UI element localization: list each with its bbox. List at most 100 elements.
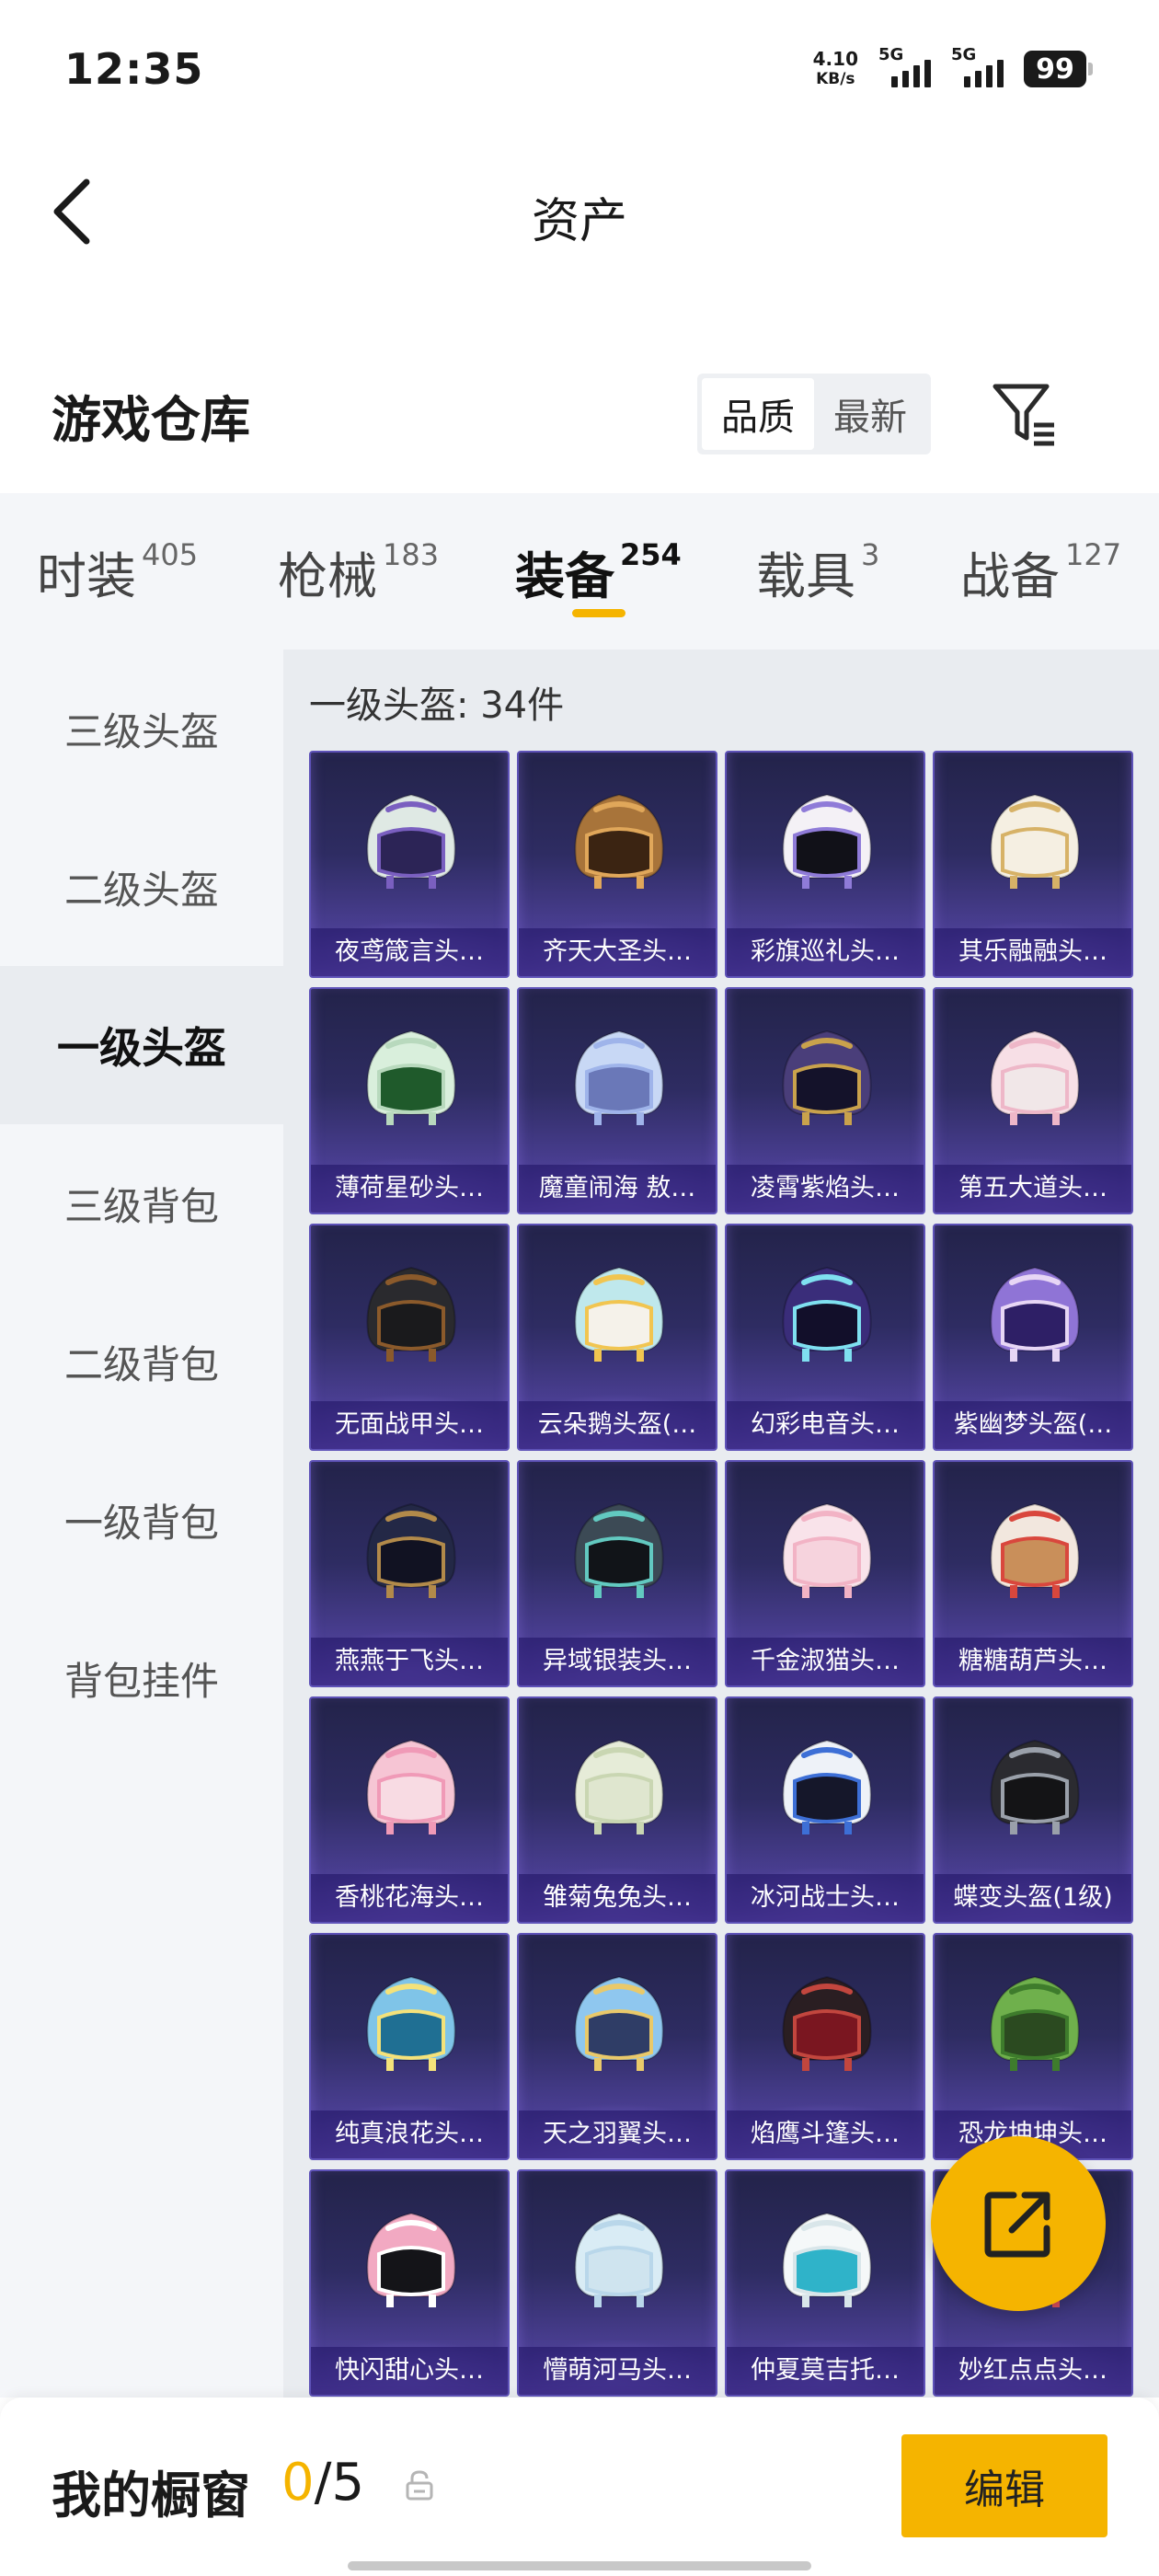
helmet-icon bbox=[574, 1029, 664, 1125]
nav-bar: 资产 bbox=[0, 138, 1159, 285]
tab-equipment[interactable]: 装备 254 bbox=[515, 535, 682, 608]
tab-firearms[interactable]: 枪械 183 bbox=[278, 535, 439, 608]
helmet-icon bbox=[990, 1502, 1080, 1598]
item-card[interactable]: 冰河战士头… bbox=[725, 1696, 925, 1924]
item-card[interactable]: 纯真浪花头… bbox=[309, 1933, 510, 2160]
item-card[interactable]: 异域银装头… bbox=[517, 1460, 717, 1687]
item-card[interactable]: 焰鹰斗篷头… bbox=[725, 1933, 925, 2160]
item-card[interactable]: 彩旗巡礼头… bbox=[725, 751, 925, 978]
item-card[interactable]: 薄荷星砂头… bbox=[309, 987, 510, 1214]
category-tabs: 时装 405 枪械 183 装备 254 载具 3 战备 127 bbox=[0, 493, 1159, 650]
item-card[interactable]: 紫幽梦头盔(… bbox=[933, 1224, 1133, 1451]
item-card[interactable]: 燕燕于飞头… bbox=[309, 1460, 510, 1687]
sidebar-item-level1-helmet[interactable]: 一级头盔 bbox=[0, 966, 283, 1124]
helmet-icon bbox=[574, 1739, 664, 1834]
helmet-icon bbox=[990, 793, 1080, 889]
item-name: 紫幽梦头盔(… bbox=[935, 1401, 1131, 1449]
sort-toggle: 品质 最新 bbox=[697, 374, 931, 454]
item-name: 彩旗巡礼头… bbox=[727, 928, 924, 976]
item-name: 齐天大圣头… bbox=[519, 928, 716, 976]
item-card[interactable]: 凌霄紫焰头… bbox=[725, 987, 925, 1214]
item-card[interactable]: 蝶变头盔(1级) bbox=[933, 1696, 1133, 1924]
share-button[interactable] bbox=[931, 2136, 1106, 2311]
sort-latest-button[interactable]: 最新 bbox=[814, 378, 926, 450]
item-card[interactable]: 天之羽翼头… bbox=[517, 1933, 717, 2160]
subcategory-sidebar: 三级头盔 二级头盔 一级头盔 三级背包 二级背包 一级背包 背包挂件 bbox=[0, 650, 283, 2398]
sidebar-item-level2-backpack[interactable]: 二级背包 bbox=[0, 1282, 283, 1441]
tab-supplies[interactable]: 战备 127 bbox=[960, 535, 1121, 608]
item-card[interactable]: 云朵鹅头盔(… bbox=[517, 1224, 717, 1451]
tab-label: 载具 bbox=[756, 547, 855, 605]
helmet-icon bbox=[574, 2212, 664, 2307]
helmet-icon bbox=[990, 1266, 1080, 1362]
item-name: 焰鹰斗篷头… bbox=[727, 2110, 924, 2158]
item-card[interactable]: 齐天大圣头… bbox=[517, 751, 717, 978]
status-indicators: 4.10 KB/s 5G 5G 99 bbox=[812, 45, 1093, 89]
helmet-icon bbox=[366, 1266, 456, 1362]
item-card[interactable]: 魔童闹海 敖… bbox=[517, 987, 717, 1214]
item-panel: 一级头盔: 34件 夜鸢箴言头… 齐天大圣头… 彩旗巡礼头… 其乐融融头… 薄荷星砂头…… bbox=[283, 650, 1159, 2398]
helmet-icon bbox=[990, 1739, 1080, 1834]
signal-1-icon: 5G bbox=[878, 45, 931, 87]
showcase-label: 我的橱窗 bbox=[52, 2467, 250, 2524]
home-indicator[interactable] bbox=[348, 2561, 811, 2570]
helmet-icon bbox=[574, 1975, 664, 2071]
item-name: 冰河战士头… bbox=[727, 1874, 924, 1922]
edit-button[interactable]: 编辑 bbox=[901, 2434, 1107, 2537]
helmet-icon bbox=[366, 1029, 456, 1125]
showcase-count: 0/5 bbox=[281, 2453, 364, 2513]
item-card[interactable]: 夜鸢箴言头… bbox=[309, 751, 510, 978]
item-name: 懵萌河马头… bbox=[519, 2347, 716, 2395]
helmet-icon bbox=[574, 1266, 664, 1362]
item-card[interactable]: 香桃花海头… bbox=[309, 1696, 510, 1924]
item-card[interactable]: 雏菊兔兔头… bbox=[517, 1696, 717, 1924]
item-name: 薄荷星砂头… bbox=[311, 1165, 508, 1213]
item-card[interactable]: 幻彩电音头… bbox=[725, 1224, 925, 1451]
helmet-icon bbox=[366, 793, 456, 889]
item-card[interactable]: 仲夏莫吉托… bbox=[725, 2169, 925, 2397]
sidebar-item-level2-helmet[interactable]: 二级头盔 bbox=[0, 808, 283, 966]
sidebar-item-level3-helmet[interactable]: 三级头盔 bbox=[0, 650, 283, 808]
signal-2-label: 5G bbox=[951, 45, 977, 64]
item-card[interactable]: 恐龙坤坤头… bbox=[933, 1933, 1133, 2160]
sidebar-item-level1-backpack[interactable]: 一级背包 bbox=[0, 1441, 283, 1599]
helmet-icon bbox=[782, 1739, 872, 1834]
item-card[interactable]: 千金淑猫头… bbox=[725, 1460, 925, 1687]
item-name: 其乐融融头… bbox=[935, 928, 1131, 976]
sidebar-item-backpack-pendant[interactable]: 背包挂件 bbox=[0, 1599, 283, 1757]
item-name: 纯真浪花头… bbox=[311, 2110, 508, 2158]
item-name: 第五大道头… bbox=[935, 1165, 1131, 1213]
item-card[interactable]: 糖糖葫芦头… bbox=[933, 1460, 1133, 1687]
tab-count: 127 bbox=[1065, 537, 1122, 572]
signal-1-label: 5G bbox=[878, 45, 904, 64]
item-name: 糖糖葫芦头… bbox=[935, 1638, 1131, 1685]
helmet-icon bbox=[366, 2212, 456, 2307]
helmet-icon bbox=[990, 1975, 1080, 2071]
showcase-count-current: 0 bbox=[281, 2453, 315, 2513]
sort-quality-button[interactable]: 品质 bbox=[702, 378, 814, 450]
item-card[interactable]: 懵萌河马头… bbox=[517, 2169, 717, 2397]
tab-label: 战备 bbox=[960, 547, 1060, 605]
item-card[interactable]: 无面战甲头… bbox=[309, 1224, 510, 1451]
helmet-icon bbox=[574, 1502, 664, 1598]
item-name: 云朵鹅头盔(… bbox=[519, 1401, 716, 1449]
item-name: 夜鸢箴言头… bbox=[311, 928, 508, 976]
helmet-icon bbox=[574, 793, 664, 889]
filter-funnel-icon[interactable] bbox=[990, 379, 1060, 449]
item-card[interactable]: 快闪甜心头… bbox=[309, 2169, 510, 2397]
tab-label: 装备 bbox=[515, 547, 614, 605]
helmet-icon bbox=[990, 1029, 1080, 1125]
tab-count: 254 bbox=[620, 537, 682, 572]
item-name: 魔童闹海 敖… bbox=[519, 1165, 716, 1213]
external-link-icon bbox=[984, 2191, 1050, 2258]
item-card[interactable]: 其乐融融头… bbox=[933, 751, 1133, 978]
tab-fashion[interactable]: 时装 405 bbox=[37, 535, 198, 608]
helmet-icon bbox=[782, 1502, 872, 1598]
tab-count: 3 bbox=[861, 537, 880, 572]
tab-label: 枪械 bbox=[278, 547, 377, 605]
sidebar-item-level3-backpack[interactable]: 三级背包 bbox=[0, 1124, 283, 1282]
item-name: 天之羽翼头… bbox=[519, 2110, 716, 2158]
network-speed-value: 4.10 bbox=[812, 48, 858, 70]
item-card[interactable]: 第五大道头… bbox=[933, 987, 1133, 1214]
tab-vehicles[interactable]: 载具 3 bbox=[756, 535, 879, 608]
